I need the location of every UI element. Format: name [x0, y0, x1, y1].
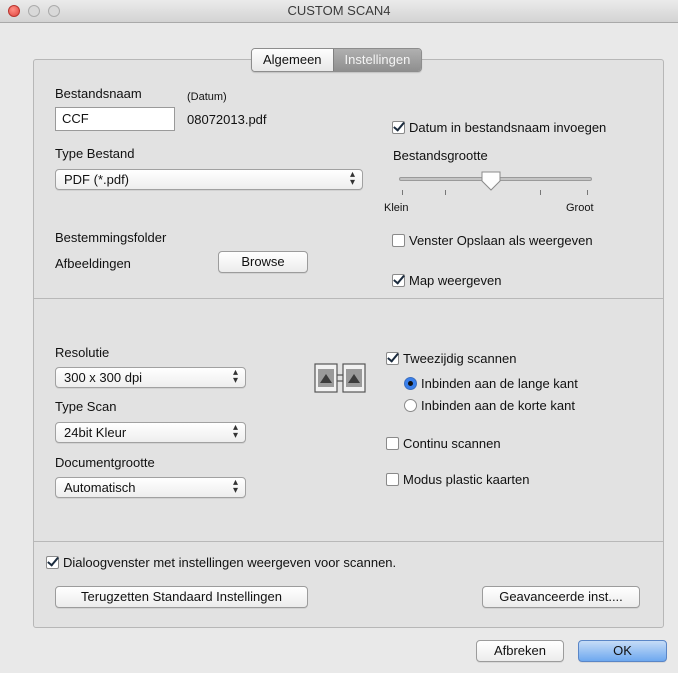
show-folder-checkbox[interactable]: Map weergeven	[392, 273, 502, 288]
updown-arrows-icon: ▴ ▾	[232, 477, 238, 496]
insert-date-checkbox[interactable]: Datum in bestandsnaam invoegen	[392, 120, 606, 135]
section-divider	[34, 541, 663, 542]
resolution-label: Resolutie	[55, 345, 110, 360]
date-value: 08072013.pdf	[187, 112, 267, 127]
checkbox-checked-icon	[392, 121, 405, 134]
checkbox-unchecked-icon	[386, 473, 399, 486]
file-size-slider-knob[interactable]	[480, 171, 502, 191]
filename-label: Bestandsnaam	[55, 86, 142, 101]
long-edge-radio[interactable]: Inbinden aan de lange kant	[404, 376, 578, 391]
slider-tick	[587, 190, 588, 195]
show-save-window-checkbox[interactable]: Venster Opslaan als weergeven	[392, 233, 593, 248]
tab-bar: Algemeen Instellingen	[251, 48, 423, 72]
resolution-value: 300 x 300 dpi	[64, 370, 143, 385]
updown-arrows-icon: ▴ ▾	[232, 422, 238, 441]
checkbox-checked-icon	[46, 556, 59, 569]
tab-instellingen[interactable]: Instellingen	[332, 49, 422, 71]
duplex-scan-label: Tweezijdig scannen	[403, 351, 517, 366]
document-size-label: Documentgrootte	[55, 455, 155, 470]
plastic-card-label: Modus plastic kaarten	[403, 472, 530, 487]
custom-scan-dialog: CUSTOM SCAN4 Algemeen Instellingen Besta…	[0, 0, 678, 673]
window-title: CUSTOM SCAN4	[287, 3, 391, 18]
radio-unselected-icon	[404, 399, 417, 412]
radio-selected-icon	[404, 377, 417, 390]
advanced-settings-button[interactable]: Geavanceerde inst....	[482, 586, 640, 608]
show-dialog-label: Dialoogvenster met instellingen weergeve…	[63, 555, 397, 570]
show-folder-label: Map weergeven	[409, 273, 502, 288]
resolution-select[interactable]: 300 x 300 dpi ▴ ▾	[55, 367, 246, 388]
reset-defaults-button[interactable]: Terugzetten Standaard Instellingen	[55, 586, 308, 608]
show-save-window-label: Venster Opslaan als weergeven	[409, 233, 593, 248]
filename-input[interactable]: CCF	[55, 107, 175, 131]
destination-folder: Afbeeldingen	[55, 256, 131, 271]
slider-min-label: Klein	[384, 202, 409, 214]
checkbox-unchecked-icon	[392, 234, 405, 247]
checkbox-unchecked-icon	[386, 437, 399, 450]
browse-button[interactable]: Browse	[218, 251, 308, 273]
updown-arrows-icon: ▴ ▾	[349, 169, 355, 188]
short-edge-radio[interactable]: Inbinden aan de korte kant	[404, 398, 575, 413]
file-type-label: Type Bestand	[55, 146, 135, 161]
scan-type-label: Type Scan	[55, 399, 117, 414]
checkbox-checked-icon	[386, 352, 399, 365]
continuous-scan-label: Continu scannen	[403, 436, 501, 451]
document-size-select[interactable]: Automatisch ▴ ▾	[55, 477, 246, 498]
checkbox-checked-icon	[392, 274, 405, 287]
tab-algemeen[interactable]: Algemeen	[252, 49, 333, 71]
ok-button[interactable]: OK	[578, 640, 667, 662]
updown-arrows-icon: ▴ ▾	[232, 367, 238, 386]
scan-type-value: 24bit Kleur	[64, 425, 127, 440]
long-edge-label: Inbinden aan de lange kant	[421, 376, 578, 391]
plastic-card-checkbox[interactable]: Modus plastic kaarten	[386, 472, 529, 487]
slider-tick	[540, 190, 541, 195]
file-type-value: PDF (*.pdf)	[64, 172, 130, 187]
slider-tick	[445, 190, 446, 195]
continuous-scan-checkbox[interactable]: Continu scannen	[386, 436, 501, 451]
slider-max-label: Groot	[566, 202, 594, 214]
insert-date-label: Datum in bestandsnaam invoegen	[409, 120, 607, 135]
duplex-scan-icon	[314, 363, 366, 393]
short-edge-label: Inbinden aan de korte kant	[421, 398, 575, 413]
duplex-scan-checkbox[interactable]: Tweezijdig scannen	[386, 351, 516, 366]
cancel-button[interactable]: Afbreken	[476, 640, 564, 662]
date-hint-label: (Datum)	[187, 91, 227, 103]
scan-type-select[interactable]: 24bit Kleur ▴ ▾	[55, 422, 246, 443]
title-bar: CUSTOM SCAN4	[0, 0, 678, 23]
file-type-select[interactable]: PDF (*.pdf) ▴ ▾	[55, 169, 363, 190]
slider-tick	[402, 190, 403, 195]
section-divider	[34, 298, 663, 299]
document-size-value: Automatisch	[64, 480, 136, 495]
destination-label: Bestemmingsfolder	[55, 230, 167, 245]
file-size-label: Bestandsgrootte	[393, 148, 488, 163]
settings-panel	[33, 59, 664, 628]
show-dialog-checkbox[interactable]: Dialoogvenster met instellingen weergeve…	[46, 555, 396, 570]
